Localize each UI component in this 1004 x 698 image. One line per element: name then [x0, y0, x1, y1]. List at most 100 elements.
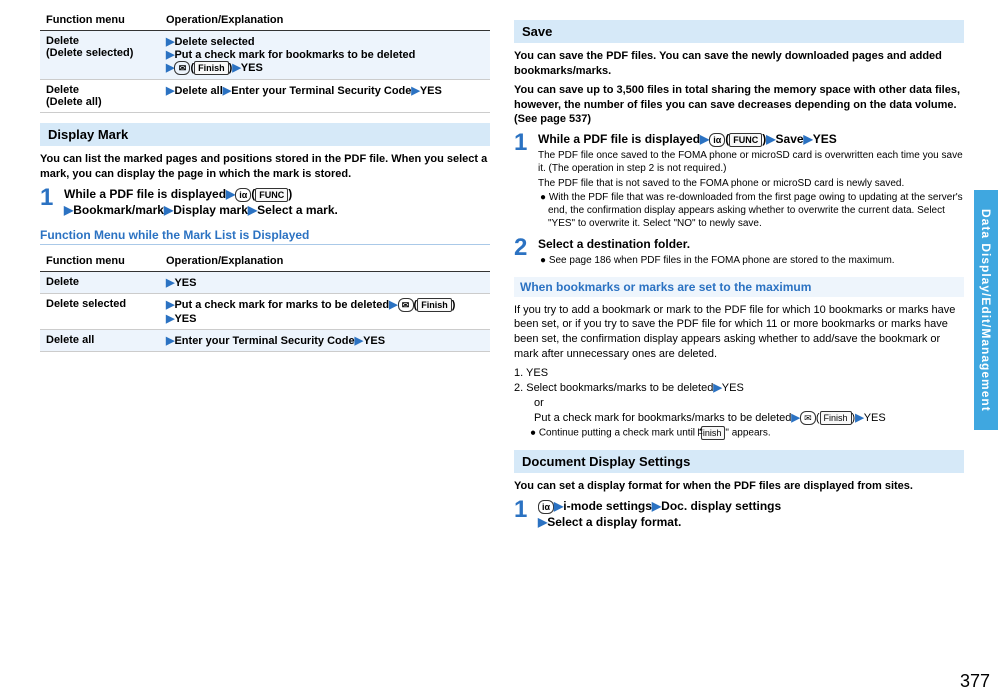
table-row: Delete all ▶Enter your Terminal Security… — [40, 330, 490, 352]
triangle-icon: ▶ — [713, 382, 721, 394]
triangle-icon: ▶ — [64, 203, 73, 217]
save-intro-2: You can save up to 3,500 files in total … — [514, 83, 964, 128]
triangle-icon: ▶ — [223, 85, 231, 97]
list-text: 2. Select bookmarks/marks to be deleted — [514, 382, 713, 394]
func-icon: FUNC — [729, 133, 762, 147]
op-text: Enter your Terminal Security Code — [231, 85, 411, 97]
bullet-content: With the PDF file that was re-downloaded… — [548, 192, 963, 229]
step-1: 1 While a PDF file is displayed▶iα(FUNC)… — [40, 186, 490, 218]
triangle-icon: ▶ — [700, 132, 709, 146]
cell-operation: ▶YES — [160, 272, 490, 294]
right-column: Save You can save the PDF files. You can… — [514, 10, 964, 537]
op-text: Delete all — [174, 85, 222, 97]
bullet-text: ● Continue putting a check mark until "F… — [514, 426, 964, 440]
side-tab: Data Display/Edit/Management — [974, 190, 998, 430]
col-header-operation: Operation/Explanation — [160, 251, 490, 272]
mail-icon: ✉ — [800, 411, 816, 425]
ialpha-icon: iα — [538, 500, 554, 514]
step-text: i-mode settings — [563, 499, 652, 513]
triangle-icon: ▶ — [164, 203, 173, 217]
cell-function-name: Delete selected — [40, 294, 160, 330]
step-body: While a PDF file is displayed▶iα(FUNC)▶S… — [538, 131, 964, 230]
finish-icon: Finish — [194, 61, 229, 75]
cell-operation: ▶Delete all▶Enter your Terminal Security… — [160, 80, 490, 113]
doc-disp-intro: You can set a display format for when th… — [514, 479, 964, 494]
cell-function-name: Delete (Delete selected) — [40, 31, 160, 80]
ialpha-icon: iα — [235, 188, 251, 202]
step-body: While a PDF file is displayed▶iα(FUNC) ▶… — [64, 186, 490, 218]
max-intro: If you try to add a bookmark or mark to … — [514, 303, 964, 362]
step-text: While a PDF file is displayed — [64, 187, 226, 201]
cell-function-name: Delete (Delete all) — [40, 80, 160, 113]
section-save: Save — [514, 20, 964, 43]
finish-icon: Finish — [820, 411, 852, 425]
step-number-icon: 1 — [514, 131, 532, 230]
list-item: 1. YES — [514, 366, 964, 381]
display-mark-intro: You can list the marked pages and positi… — [40, 152, 490, 182]
triangle-icon: ▶ — [355, 335, 363, 347]
function-menu-table-2: Function menu Operation/Explanation Dele… — [40, 251, 490, 352]
bullet-text: ● With the PDF file that was re-download… — [538, 191, 964, 230]
mail-icon: ✉ — [398, 298, 414, 312]
bullet-content: Continue putting a check mark until " — [539, 428, 702, 439]
op-text: Put a check mark for bookmarks to be del… — [174, 49, 415, 61]
triangle-icon: ▶ — [232, 62, 240, 74]
step-text: Save — [776, 132, 804, 146]
triangle-icon: ▶ — [554, 499, 563, 513]
func-icon: FUNC — [255, 188, 288, 202]
op-text: YES — [241, 62, 263, 74]
step-1: 1 iα▶i-mode settings▶Doc. display settin… — [514, 498, 964, 530]
step-text: While a PDF file is displayed — [538, 132, 700, 146]
list-text: YES — [864, 412, 886, 424]
cell-operation: ▶Put a check mark for marks to be delete… — [160, 294, 490, 330]
bullet-content: " appears. — [725, 428, 770, 439]
page-number: 377 — [960, 671, 990, 692]
triangle-icon: ▶ — [389, 299, 397, 311]
save-intro-1: You can save the PDF files. You can save… — [514, 49, 964, 79]
step-text: Select a destination folder. — [538, 236, 964, 252]
left-column: Function menu Operation/Explanation Dele… — [40, 10, 490, 537]
subhead-func-menu-mark-list: Function Menu while the Mark List is Dis… — [40, 228, 490, 245]
bullet-content: See page 186 when PDF files in the FOMA … — [549, 255, 895, 266]
list-or: or — [514, 396, 964, 411]
step-body: Select a destination folder. ● See page … — [538, 236, 964, 266]
op-text: YES — [174, 313, 196, 325]
cell-function-name: Delete all — [40, 330, 160, 352]
step-number-icon: 1 — [40, 186, 58, 218]
step-text: Bookmark/mark — [73, 203, 164, 217]
step-text: Display mark — [173, 203, 248, 217]
list-text: Put a check mark for bookmarks/marks to … — [534, 412, 791, 424]
ialpha-icon: iα — [709, 133, 725, 147]
cell-operation: ▶Delete selected ▶Put a check mark for b… — [160, 31, 490, 80]
triangle-icon: ▶ — [248, 203, 257, 217]
list-text: YES — [722, 382, 744, 394]
op-text: Delete selected — [174, 36, 254, 48]
step-text: Doc. display settings — [661, 499, 781, 513]
step-number-icon: 2 — [514, 236, 532, 266]
cell-function-name: Delete — [40, 272, 160, 294]
step-text: Select a mark. — [257, 203, 338, 217]
op-text: YES — [363, 335, 385, 347]
cell-operation: ▶Enter your Terminal Security Code▶YES — [160, 330, 490, 352]
triangle-icon: ▶ — [652, 499, 661, 513]
col-header-function: Function menu — [40, 10, 160, 31]
section-display-mark: Display Mark — [40, 123, 490, 146]
col-header-operation: Operation/Explanation — [160, 10, 490, 31]
list-text: ( — [816, 412, 820, 424]
step-2: 2 Select a destination folder. ● See pag… — [514, 236, 964, 266]
op-text: ) — [452, 299, 456, 311]
triangle-icon: ▶ — [855, 412, 863, 424]
table-row: Delete (Delete all) ▶Delete all▶Enter yo… — [40, 80, 490, 113]
op-text: YES — [174, 277, 196, 289]
op-text: Put a check mark for marks to be deleted — [174, 299, 389, 311]
triangle-icon: ▶ — [411, 85, 419, 97]
finish-icon: Finish — [417, 298, 452, 312]
bullet-text: ● See page 186 when PDF files in the FOM… — [538, 254, 964, 267]
step-body: iα▶i-mode settings▶Doc. display settings… — [538, 498, 964, 530]
triangle-icon: ▶ — [766, 132, 775, 146]
step-sub-text: The PDF file once saved to the FOMA phon… — [538, 149, 964, 175]
triangle-icon: ▶ — [804, 132, 813, 146]
step-number-icon: 1 — [514, 498, 532, 530]
triangle-icon: ▶ — [791, 412, 799, 424]
table-row: Delete (Delete selected) ▶ Delete selecte… — [40, 31, 490, 80]
